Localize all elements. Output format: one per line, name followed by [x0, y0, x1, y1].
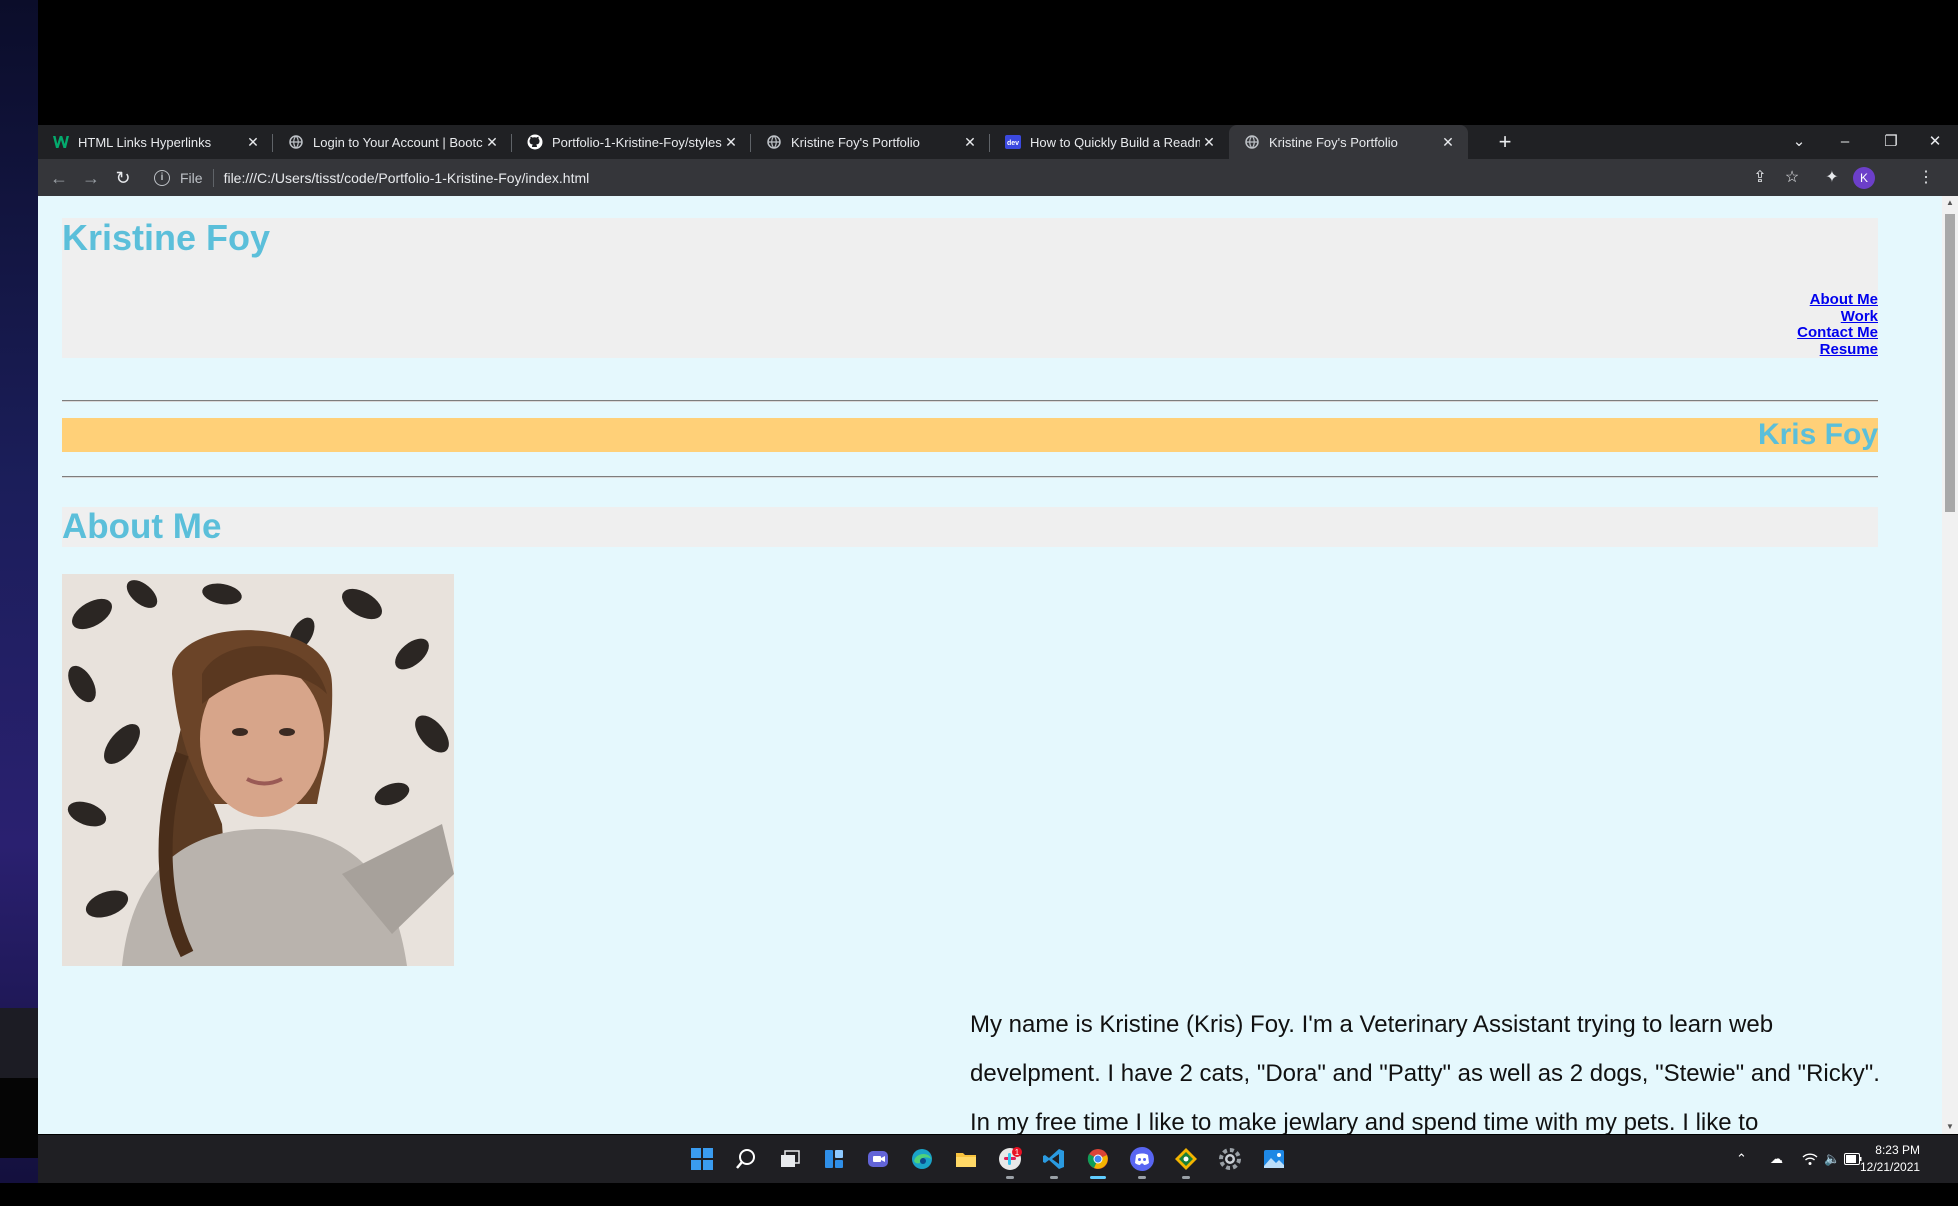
tab-title: Kristine Foy's Portfolio [1269, 134, 1398, 150]
new-tab-button[interactable]: + [1490, 125, 1520, 159]
info-icon[interactable]: i [154, 169, 170, 186]
profile-photo [62, 574, 454, 966]
tab-close-icon[interactable]: ✕ [1440, 134, 1456, 150]
extensions-puzzle-icon[interactable]: ✦ [1820, 166, 1844, 190]
nav-link-work[interactable]: Work [1797, 308, 1878, 326]
page-scrollbar[interactable]: ▲ ▼ [1942, 196, 1958, 1134]
search-icon[interactable] [730, 1143, 762, 1175]
banner-text: Kris Foy [1757, 418, 1878, 451]
bookmark-star-icon[interactable]: ☆ [1780, 166, 1804, 190]
running-indicator [1182, 1176, 1190, 1179]
site-header: Kristine Foy About Me Work Contact Me Re… [62, 218, 1878, 358]
profile-avatar[interactable]: K [1853, 167, 1875, 189]
running-indicator [1006, 1176, 1014, 1179]
volume-icon[interactable]: 🔈 [1824, 1135, 1840, 1183]
system-clock[interactable]: 8:23 PM 12/21/2021 [1860, 1142, 1920, 1176]
site-title: Kristine Foy [62, 217, 271, 258]
tab-title: Kristine Foy's Portfolio [791, 134, 920, 150]
tab-close-icon[interactable]: ✕ [723, 134, 739, 150]
settings-gear-icon[interactable] [1214, 1143, 1246, 1175]
photos-icon[interactable] [1258, 1143, 1290, 1175]
tab-close-icon[interactable]: ✕ [245, 134, 261, 150]
scrollbar-thumb[interactable] [1945, 214, 1955, 512]
file-explorer-icon[interactable] [950, 1143, 982, 1175]
globe-icon [288, 134, 304, 150]
git-tool-icon[interactable] [1170, 1143, 1202, 1179]
page-viewport: Kristine Foy About Me Work Contact Me Re… [38, 196, 1958, 1134]
name-banner: Kris Foy [62, 418, 1878, 452]
nav-link-resume[interactable]: Resume [1797, 341, 1878, 359]
onedrive-cloud-icon[interactable]: ☁ [1770, 1135, 1783, 1183]
globe-icon [1244, 134, 1260, 150]
tab-title: Login to Your Account | Bootcamp [313, 134, 483, 150]
vscode-icon[interactable] [1038, 1143, 1070, 1179]
about-text: My name is Kristine (Kris) Foy. I'm a Ve… [970, 1011, 1880, 1134]
tab-search-chevron-icon[interactable]: ⌄ [1776, 125, 1822, 159]
tab-html-links[interactable]: HTML Links Hyperlinks ✕ [38, 125, 273, 159]
svg-text:dev: dev [1007, 140, 1019, 147]
divider [62, 476, 1878, 478]
chrome-icon[interactable] [1082, 1143, 1114, 1179]
desktop-background [0, 0, 38, 1206]
scroll-up-arrow-icon[interactable]: ▲ [1942, 196, 1958, 210]
running-indicator [1050, 1176, 1058, 1179]
scroll-down-arrow-icon[interactable]: ▼ [1942, 1120, 1958, 1134]
slack-icon[interactable]: 1 [994, 1143, 1026, 1179]
browser-toolbar: ← → ↻ i File file:///C:/Users/tisst/code… [38, 159, 1958, 196]
w3schools-icon [53, 134, 69, 150]
tab-close-icon[interactable]: ✕ [1201, 134, 1217, 150]
globe-icon [766, 134, 782, 150]
tray-chevron-icon[interactable]: ⌃ [1736, 1135, 1747, 1183]
site-nav: About Me Work Contact Me Resume [1797, 291, 1878, 359]
section-title: About Me [62, 507, 222, 546]
active-indicator [1090, 1176, 1106, 1179]
devto-icon: dev [1005, 134, 1021, 150]
address-divider [212, 168, 214, 187]
browser-window: HTML Links Hyperlinks ✕ Login to Your Ac… [38, 0, 1958, 1158]
menu-kebab-icon[interactable]: ⋮ [1914, 166, 1938, 190]
github-icon [527, 134, 543, 150]
widgets-icon[interactable] [818, 1143, 850, 1175]
url-text[interactable]: file:///C:/Users/tisst/code/Portfolio-1-… [224, 170, 590, 186]
share-icon[interactable]: ⇪ [1748, 166, 1772, 190]
tab-portfolio[interactable]: Kristine Foy's Portfolio ✕ [751, 125, 990, 159]
nav-link-contact[interactable]: Contact Me [1797, 324, 1878, 342]
windows-taskbar: 1 ⌃ ☁ 🔈 8:23 PM 12/21/2021 [38, 1135, 1958, 1183]
tab-portfolio-active[interactable]: Kristine Foy's Portfolio ✕ [1229, 125, 1468, 159]
minimize-button[interactable]: – [1822, 125, 1868, 159]
close-window-button[interactable]: ✕ [1912, 125, 1958, 159]
scheme-label: File [180, 169, 203, 186]
clock-time: 8:23 PM [1875, 1143, 1920, 1157]
back-arrow-icon[interactable]: ← [47, 166, 71, 190]
tab-title: How to Quickly Build a Readme F [1030, 134, 1200, 150]
desktop-shadow [0, 1008, 38, 1078]
nav-link-about[interactable]: About Me [1797, 291, 1878, 309]
desktop-shadow-lower [0, 1078, 38, 1158]
tab-close-icon[interactable]: ✕ [484, 134, 500, 150]
tab-github-stylesheet[interactable]: Portfolio-1-Kristine-Foy/stylesheet ✕ [512, 125, 751, 159]
start-windows-icon[interactable] [686, 1143, 718, 1175]
tab-strip: HTML Links Hyperlinks ✕ Login to Your Ac… [38, 125, 1958, 159]
restore-button[interactable]: ❐ [1868, 125, 1914, 159]
edge-browser-icon[interactable] [906, 1143, 938, 1175]
running-indicator [1138, 1176, 1146, 1179]
tab-readme-article[interactable]: dev How to Quickly Build a Readme F ✕ [990, 125, 1229, 159]
tab-close-icon[interactable]: ✕ [962, 134, 978, 150]
teams-chat-icon[interactable] [862, 1143, 894, 1175]
task-view-icon[interactable] [774, 1143, 806, 1175]
reload-icon[interactable]: ↻ [111, 166, 135, 190]
divider [62, 400, 1878, 402]
tab-title: HTML Links Hyperlinks [78, 134, 212, 150]
discord-icon[interactable] [1126, 1143, 1158, 1179]
wifi-icon[interactable] [1802, 1135, 1818, 1183]
forward-arrow-icon[interactable]: → [79, 166, 103, 190]
address-bar[interactable]: i File file:///C:/Users/tisst/code/Portf… [146, 163, 1791, 192]
tab-bootcamp-login[interactable]: Login to Your Account | Bootcamp ✕ [273, 125, 512, 159]
screen-bottom-edge [0, 1183, 1958, 1206]
tab-title: Portfolio-1-Kristine-Foy/stylesheet [552, 134, 722, 150]
about-section-header: About Me [62, 507, 1878, 547]
notification-badge: 1 [1015, 1148, 1020, 1157]
clock-date: 12/21/2021 [1860, 1160, 1921, 1174]
